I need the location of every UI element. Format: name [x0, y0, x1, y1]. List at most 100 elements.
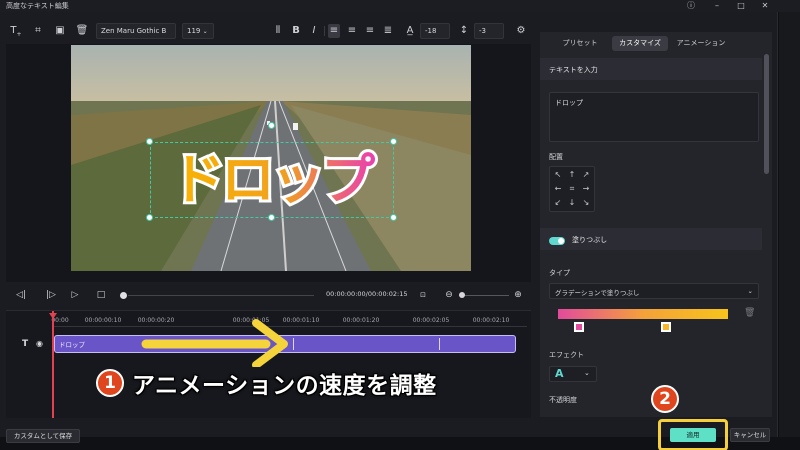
align-bottom-right-icon[interactable]: ↘: [579, 196, 593, 210]
step1-annotation: 1 アニメーションの速度を調整: [96, 368, 437, 399]
align-center-icon[interactable]: ⌗: [565, 182, 579, 196]
text-input-value: ドロップ: [555, 99, 583, 107]
zoom-out-icon[interactable]: ⊖: [442, 288, 456, 302]
align-center-icon[interactable]: ≡: [346, 24, 358, 38]
alignment-label: 配置: [549, 153, 563, 161]
fill-toggle[interactable]: [549, 237, 565, 245]
align-justify-icon[interactable]: ≣: [382, 24, 394, 38]
text-align-glyph-icon[interactable]: ⫴: [272, 24, 284, 38]
bold-button[interactable]: B: [290, 24, 302, 38]
align-left-arrow-icon[interactable]: ←: [551, 182, 565, 196]
close-icon[interactable]: ✕: [758, 0, 772, 12]
fill-type-select[interactable]: グラデーションで塗りつぶし ⌄: [549, 283, 759, 299]
alignment-grid: ↖ ↑ ↗ ← ⌗ → ↙ ↓ ↘: [549, 166, 595, 212]
help-icon[interactable]: ⓘ: [684, 0, 698, 12]
ruler-label: 00:00:01:20: [342, 317, 380, 324]
gradient-bar[interactable]: [558, 309, 728, 319]
settings-icon[interactable]: ⚙: [514, 24, 528, 38]
background-app-strip: [779, 12, 800, 450]
video-frame: ドロップ: [71, 45, 471, 271]
section-title: 塗りつぶし: [572, 236, 608, 244]
drag-arrow-annotation: [141, 319, 288, 367]
zoom-slider-handle[interactable]: [459, 292, 465, 298]
text-toolbar: T+ ⌗ ▣ 🗑 Zen Maru Gothic B 119 ⌄ ⫴ B I ≡…: [6, 20, 536, 42]
trash-icon[interactable]: 🗑: [74, 24, 90, 38]
line-spacing-icon: ↕: [459, 25, 469, 36]
toolbar-divider: [324, 26, 325, 36]
font-size-value: 119: [187, 27, 201, 35]
align-top-left-icon[interactable]: ↖: [551, 168, 565, 182]
tab-preset[interactable]: プリセット: [548, 36, 612, 51]
transform-icon[interactable]: ⌗: [30, 24, 46, 38]
font-family-value: Zen Maru Gothic B: [101, 27, 167, 35]
tab-animation[interactable]: アニメーション: [670, 36, 732, 51]
text-tool-icon[interactable]: T+: [8, 24, 24, 38]
title-bar: 高度なテキスト編集 ⓘ – □ ✕: [0, 0, 800, 12]
clip-keyframe-divider: [439, 338, 440, 350]
step2-annotation: 2: [651, 385, 679, 413]
gradient-stop-right[interactable]: [661, 322, 671, 332]
text-overlay-layer: ドロップ: [168, 145, 382, 214]
minimize-icon[interactable]: –: [710, 0, 724, 12]
apply-button[interactable]: 適用: [670, 428, 716, 442]
fit-view-icon[interactable]: ⊡: [416, 288, 430, 302]
tab-customize[interactable]: カスタマイズ: [612, 36, 668, 51]
align-top-right-icon[interactable]: ↗: [579, 168, 593, 182]
maximize-icon[interactable]: □: [734, 0, 748, 12]
timecode: 00:00:00:00/00:00:02:15: [326, 290, 408, 298]
timeline: 00:00 00:00:00:10 00:00:00:20 00:00:01:0…: [6, 310, 531, 418]
effect-select[interactable]: A ⌄: [549, 366, 597, 382]
text-input-section-header: テキストを入力: [540, 58, 762, 80]
ruler-label: 00:00:00:10: [84, 317, 122, 324]
playhead[interactable]: [52, 311, 54, 418]
stop-icon[interactable]: □: [94, 288, 108, 302]
play-icon[interactable]: ▷: [68, 288, 82, 302]
fill-section-header: 塗りつぶし: [540, 228, 762, 250]
italic-button[interactable]: I: [308, 24, 320, 38]
align-right-icon[interactable]: ≡: [364, 24, 376, 38]
align-right-arrow-icon[interactable]: →: [579, 182, 593, 196]
playback-controls: ◁| |▷ ▷ □ 00:00:00:00/00:00:02:15 ⊡ ⊖ ⊕: [6, 284, 531, 306]
zoom-in-icon[interactable]: ⊕: [511, 288, 525, 302]
font-family-select[interactable]: Zen Maru Gothic B: [96, 23, 176, 39]
letter-spacing-value: -18: [425, 27, 437, 35]
font-size-select[interactable]: 119 ⌄: [182, 23, 214, 39]
letter-spacing-icon: A̲: [406, 25, 414, 36]
save-as-custom-button[interactable]: カスタムとして保存: [6, 429, 80, 443]
align-top-icon[interactable]: ↑: [565, 168, 579, 182]
fill-type-value: グラデーションで塗りつぶし: [555, 289, 640, 297]
align-bottom-icon[interactable]: ↓: [565, 196, 579, 210]
gradient-stop-left[interactable]: [574, 322, 584, 332]
line-spacing-value: -3: [479, 27, 486, 35]
eye-icon[interactable]: ◉: [36, 339, 43, 348]
next-frame-icon[interactable]: |▷: [44, 288, 58, 302]
chevron-down-icon: ⌄: [202, 28, 208, 35]
advanced-text-edit-dialog: T+ ⌗ ▣ 🗑 Zen Maru Gothic B 119 ⌄ ⫴ B I ≡…: [0, 12, 778, 450]
prev-frame-icon[interactable]: ◁|: [14, 288, 28, 302]
playback-scrubber-handle[interactable]: [120, 292, 127, 299]
cancel-button[interactable]: キャンセル: [730, 428, 770, 442]
image-icon[interactable]: ▣: [52, 24, 68, 38]
properties-panel: プリセット カスタマイズ アニメーション テキストを入力 ドロップ 配置 ↖ ↑…: [540, 32, 772, 417]
letter-spacing-input[interactable]: -18: [420, 23, 450, 39]
line-spacing-input[interactable]: -3: [474, 23, 504, 39]
text-input-field[interactable]: ドロップ: [549, 92, 759, 142]
align-left-icon[interactable]: ≡: [328, 24, 340, 38]
type-label: タイプ: [549, 269, 570, 277]
effect-value: A: [555, 367, 564, 380]
step1-caption: アニメーションの速度を調整: [132, 373, 437, 399]
section-title: テキストを入力: [549, 66, 598, 74]
window-title: 高度なテキスト編集: [6, 2, 69, 10]
align-bottom-left-icon[interactable]: ↙: [551, 196, 565, 210]
track-text-icon: T: [22, 339, 29, 349]
step2-number-badge: 2: [651, 385, 679, 413]
clip-label: ドロップ: [59, 341, 85, 349]
playback-scrubber-track[interactable]: [128, 295, 314, 296]
panel-scrollbar[interactable]: [764, 54, 769, 174]
opacity-label: 不透明度: [549, 396, 577, 404]
zoom-slider[interactable]: [459, 295, 509, 296]
chevron-down-icon: ⌄: [747, 287, 753, 295]
delete-stop-icon[interactable]: 🗑: [744, 308, 755, 318]
chevron-down-icon: ⌄: [584, 369, 590, 377]
preview-text[interactable]: ドロップ: [168, 145, 382, 214]
